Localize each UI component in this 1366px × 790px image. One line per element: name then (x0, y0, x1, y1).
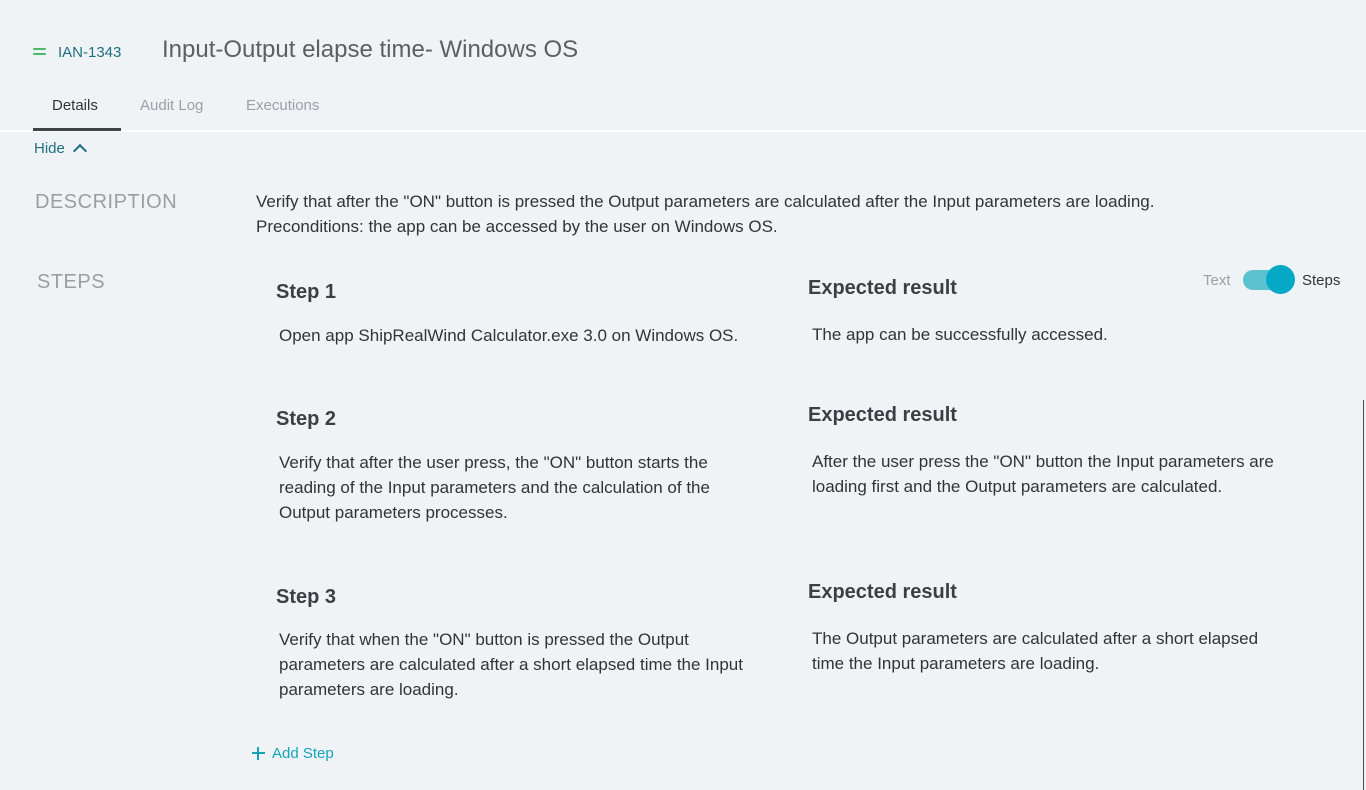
add-step-button[interactable]: Add Step (252, 745, 334, 762)
step-3-title: Step 3 (276, 586, 337, 608)
toggle-label-steps[interactable]: Steps (1302, 272, 1340, 289)
step-2-action[interactable]: Verify that after the user press, the "O… (279, 450, 749, 525)
step-3-action[interactable]: Verify that when the "ON" button is pres… (279, 627, 769, 702)
description-line-2: Preconditions: the app can be accessed b… (256, 217, 778, 236)
toggle-label-text[interactable]: Text (1203, 272, 1231, 289)
view-mode-toggle-knob[interactable] (1266, 265, 1295, 294)
active-tab-indicator (33, 128, 121, 131)
step-2-title: Step 2 (276, 408, 337, 430)
add-step-label: Add Step (272, 745, 334, 762)
step-3-expected-title: Expected result (808, 581, 957, 603)
chevron-up-icon (72, 143, 87, 159)
description-line-1: Verify that after the "ON" button is pre… (256, 192, 1155, 211)
issue-key-link[interactable]: IAN-1343 (58, 44, 121, 61)
hide-toggle-link[interactable]: Hide (34, 140, 87, 159)
step-1-action[interactable]: Open app ShipRealWind Calculator.exe 3.0… (279, 323, 764, 348)
description-heading: DESCRIPTION (35, 191, 178, 213)
steps-heading: STEPS (37, 271, 106, 293)
description-text: Verify that after the "ON" button is pre… (256, 189, 1256, 239)
step-3-expected-result[interactable]: The Output parameters are calculated aft… (812, 626, 1287, 676)
priority-equals-icon (33, 47, 46, 57)
tabs-divider (0, 130, 1366, 132)
tab-audit-log[interactable]: Audit Log (140, 97, 203, 114)
step-2-expected-result[interactable]: After the user press the "ON" button the… (812, 449, 1302, 499)
issue-title: Input-Output elapse time- Windows OS (162, 36, 579, 63)
tab-details[interactable]: Details (52, 97, 98, 114)
hide-label: Hide (34, 140, 65, 157)
step-1-expected-result[interactable]: The app can be successfully accessed. (812, 322, 1302, 347)
step-1-expected-title: Expected result (808, 277, 957, 299)
tab-executions[interactable]: Executions (246, 97, 319, 114)
step-2-expected-title: Expected result (808, 404, 957, 426)
scrollbar-edge (1363, 400, 1364, 790)
plus-icon (252, 747, 265, 760)
step-1-title: Step 1 (276, 281, 337, 303)
